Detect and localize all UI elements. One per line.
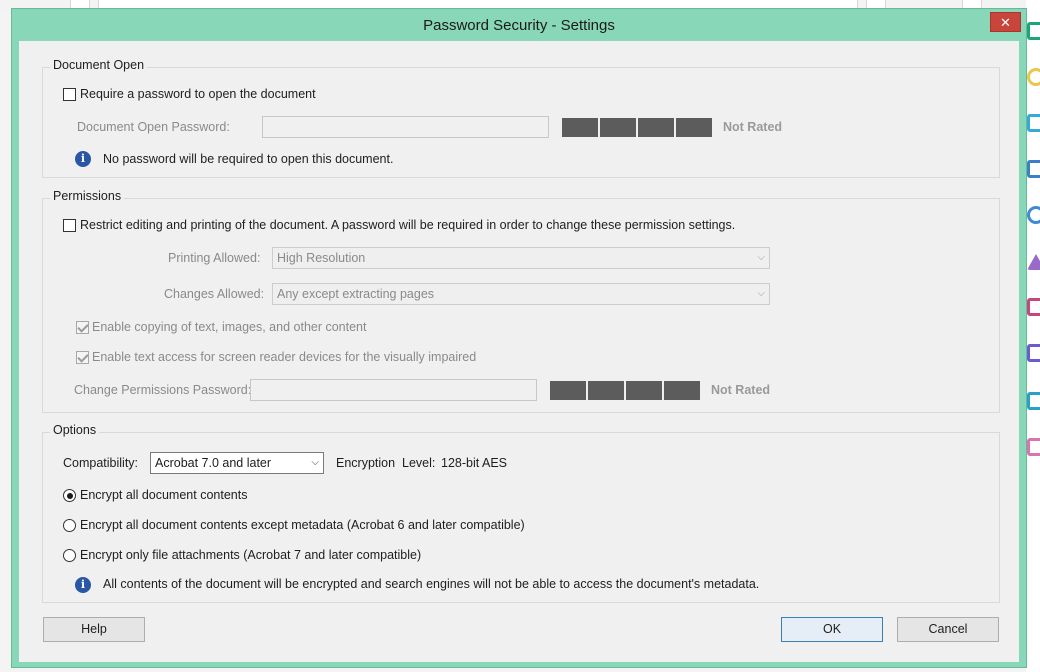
compatibility-value: Acrobat 7.0 and later: [155, 456, 272, 470]
tool-icon: [1027, 114, 1040, 136]
tool-icon: [1027, 298, 1040, 320]
encrypt-attachments-radio[interactable]: [63, 549, 76, 562]
printing-allowed-value: High Resolution: [277, 251, 366, 265]
document-open-password-field[interactable]: [262, 116, 549, 138]
screen-reader-checkbox[interactable]: [76, 351, 89, 364]
tool-icon: [1027, 392, 1040, 414]
group-label-document-open: Document Open: [50, 58, 148, 72]
options-info-text: All contents of the document will be enc…: [103, 577, 760, 591]
compatibility-label: Compatibility:: [63, 456, 139, 470]
require-password-label[interactable]: Require a password to open the document: [80, 87, 316, 101]
changes-allowed-value: Any except extracting pages: [277, 287, 435, 301]
password-rating: Not Rated: [723, 120, 783, 134]
tool-icon: [1027, 344, 1040, 366]
change-permissions-password-field[interactable]: [250, 379, 537, 401]
info-icon: i: [75, 151, 91, 167]
compatibility-select[interactable]: Acrobat 7.0 and later ⌵: [150, 452, 324, 474]
restrict-editing-checkbox[interactable]: [63, 219, 76, 232]
chevron-down-icon: ⌵: [757, 252, 765, 263]
permissions-password-rating: Not Rated: [711, 383, 771, 397]
password-security-dialog: Password Security - Settings ✕ Document …: [11, 8, 1027, 668]
changes-allowed-label: Changes Allowed:: [164, 287, 265, 301]
printing-allowed-label: Printing Allowed:: [168, 251, 261, 265]
chevron-down-icon: ⌵: [311, 457, 319, 468]
require-password-checkbox[interactable]: [63, 88, 76, 101]
encrypt-all-radio[interactable]: [63, 489, 76, 502]
password-strength-meter: [562, 118, 712, 137]
document-open-group: Document Open Require a password to open…: [42, 58, 1000, 178]
tool-icon: [1027, 254, 1040, 276]
document-open-info-text: No password will be required to open thi…: [103, 152, 394, 166]
group-label-options: Options: [50, 423, 100, 437]
tool-icon: [1027, 438, 1040, 460]
screen-reader-label[interactable]: Enable text access for screen reader dev…: [92, 350, 476, 364]
encryption-level-value: 128-bit AES: [441, 456, 508, 470]
printing-allowed-select[interactable]: High Resolution ⌵: [272, 247, 770, 269]
close-button[interactable]: ✕: [990, 12, 1021, 32]
info-icon: i: [75, 577, 91, 593]
close-icon: ✕: [1000, 15, 1011, 30]
title-bar[interactable]: Password Security - Settings ✕: [12, 9, 1026, 41]
encryption-level-label: Encryption Level:: [336, 456, 436, 470]
background-tools-rail: [1026, 0, 1040, 672]
encrypt-all-label[interactable]: Encrypt all document contents: [80, 488, 247, 502]
enable-copying-label[interactable]: Enable copying of text, images, and othe…: [92, 320, 366, 334]
document-open-password-label: Document Open Password:: [77, 120, 230, 134]
encrypt-except-metadata-radio[interactable]: [63, 519, 76, 532]
changes-allowed-select[interactable]: Any except extracting pages ⌵: [272, 283, 770, 305]
tool-icon: [1027, 206, 1040, 228]
chevron-down-icon: ⌵: [757, 288, 765, 299]
group-label-permissions: Permissions: [50, 189, 125, 203]
ok-button[interactable]: OK: [781, 617, 883, 642]
permissions-password-strength-meter: [550, 381, 700, 400]
options-group: Options Compatibility: Acrobat 7.0 and l…: [42, 423, 1000, 603]
cancel-button[interactable]: Cancel: [897, 617, 999, 642]
help-button[interactable]: Help: [43, 617, 145, 642]
restrict-editing-label[interactable]: Restrict editing and printing of the doc…: [80, 218, 735, 232]
dialog-title: Password Security - Settings: [423, 17, 615, 34]
encrypt-attachments-label[interactable]: Encrypt only file attachments (Acrobat 7…: [80, 548, 421, 562]
encrypt-except-metadata-label[interactable]: Encrypt all document contents except met…: [80, 518, 525, 532]
change-permissions-password-label: Change Permissions Password:: [74, 383, 252, 397]
permissions-group: Permissions Restrict editing and printin…: [42, 189, 1000, 413]
tool-icon: [1027, 22, 1040, 44]
enable-copying-checkbox[interactable]: [76, 321, 89, 334]
tool-icon: [1027, 68, 1040, 90]
dialog-body: Document Open Require a password to open…: [19, 41, 1019, 662]
tool-icon: [1027, 160, 1040, 182]
